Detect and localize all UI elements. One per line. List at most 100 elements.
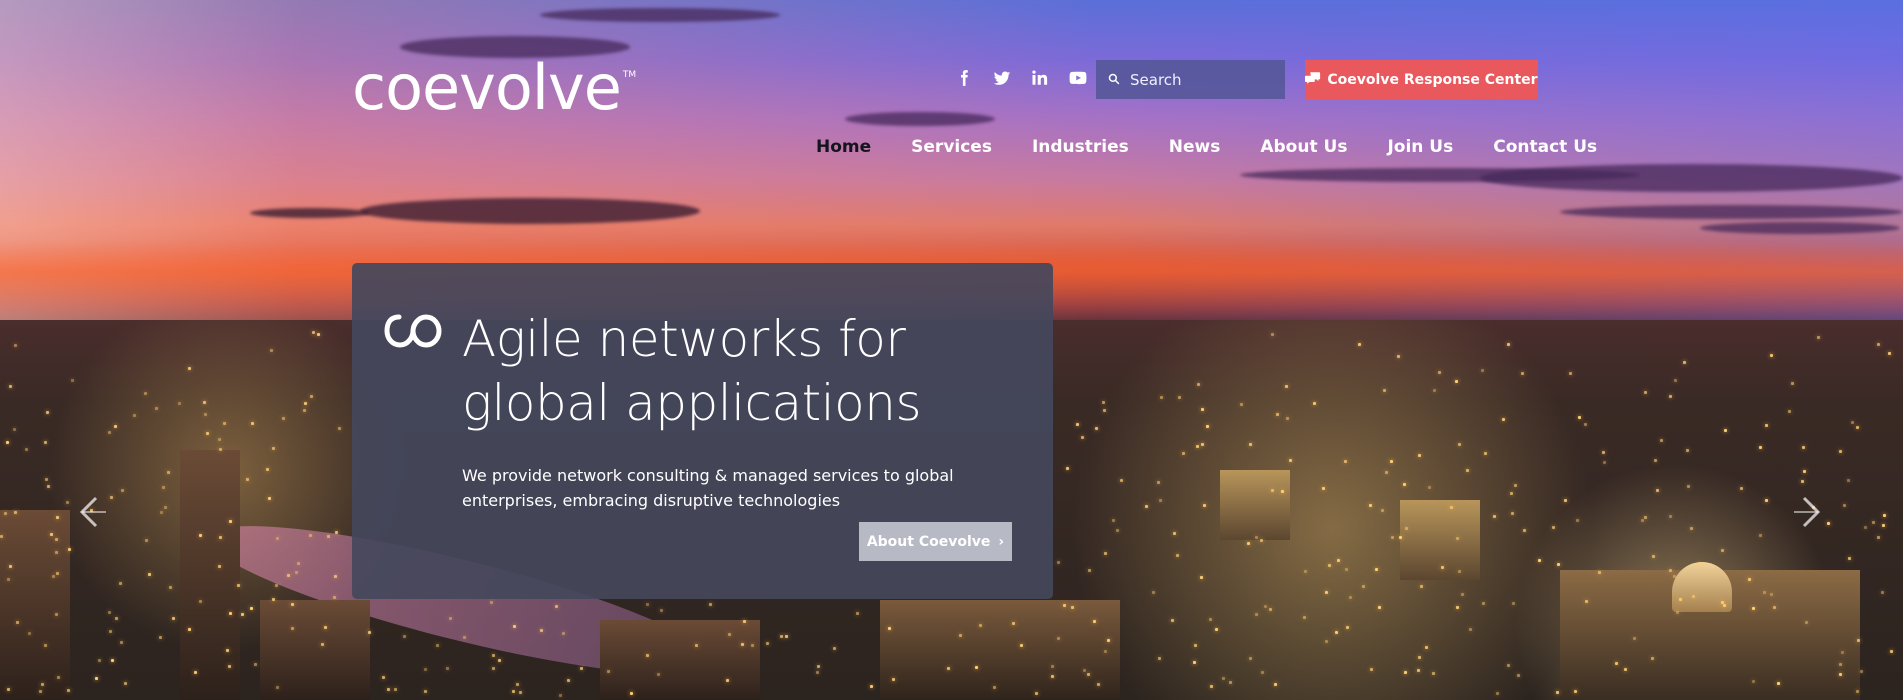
city-light	[1076, 423, 1079, 426]
city-light	[335, 531, 338, 534]
city-light	[1748, 578, 1751, 581]
city-light	[1247, 542, 1250, 545]
nav-item-news[interactable]: News	[1149, 137, 1241, 157]
city-light	[1325, 640, 1328, 643]
city-light	[1455, 380, 1458, 383]
nav-item-about-us[interactable]: About Us	[1240, 137, 1367, 157]
response-center-button[interactable]: Coevolve Response Center	[1305, 60, 1538, 99]
city-light	[498, 659, 501, 662]
city-light	[567, 679, 570, 682]
city-light	[1020, 644, 1023, 647]
search-input[interactable]	[1130, 70, 1270, 89]
city-light	[1206, 425, 1209, 428]
city-light	[490, 601, 493, 604]
city-light	[237, 584, 240, 587]
facebook-icon[interactable]	[953, 67, 975, 89]
city-light	[1603, 461, 1606, 464]
city-light	[321, 643, 324, 646]
city-light	[1552, 526, 1555, 529]
city-light	[1210, 685, 1213, 688]
city-light	[1112, 519, 1115, 522]
search-bar[interactable]	[1096, 60, 1285, 99]
youtube-icon[interactable]	[1067, 67, 1089, 89]
city-light	[1303, 616, 1306, 619]
city-light	[512, 690, 515, 693]
city-light	[1375, 568, 1378, 571]
city-light	[1325, 591, 1328, 594]
city-light	[246, 478, 249, 481]
city-light	[559, 694, 562, 697]
city-light	[1260, 539, 1263, 542]
city-light	[607, 670, 610, 673]
linkedin-icon[interactable]	[1029, 67, 1051, 89]
city-light	[959, 634, 962, 637]
city-light	[121, 489, 124, 492]
city-light	[1425, 646, 1428, 649]
city-light	[436, 644, 439, 647]
city-light	[162, 486, 165, 489]
city-light	[14, 511, 17, 514]
city-light	[1864, 526, 1867, 529]
nav-item-industries[interactable]: Industries	[1012, 137, 1149, 157]
city-light	[1441, 566, 1444, 569]
city-light	[1724, 429, 1727, 432]
slider-next-arrow[interactable]	[1790, 492, 1830, 532]
city-light	[45, 478, 48, 481]
nav-item-contact-us[interactable]: Contact Us	[1473, 137, 1617, 157]
slider-prev-arrow[interactable]	[70, 492, 110, 532]
city-light	[50, 533, 53, 536]
city-light	[334, 575, 337, 578]
city-light	[1249, 657, 1252, 660]
city-light	[492, 654, 495, 657]
city-light	[1624, 668, 1627, 671]
city-light	[1344, 460, 1347, 463]
city-light	[1088, 569, 1091, 572]
city-light	[295, 571, 298, 574]
city-light	[57, 676, 60, 679]
city-light	[1669, 569, 1672, 572]
city-light	[1178, 396, 1181, 399]
city-light	[1511, 512, 1514, 515]
twitter-icon[interactable]	[991, 67, 1013, 89]
city-light	[287, 574, 290, 577]
city-light	[1564, 499, 1567, 502]
coevolve-logo[interactable]: coevolve TM	[352, 57, 637, 119]
city-light	[1107, 639, 1110, 642]
city-light	[1456, 606, 1459, 609]
city-light	[1801, 480, 1804, 483]
city-light	[424, 690, 427, 693]
city-light	[133, 414, 136, 417]
city-light	[1378, 606, 1381, 609]
city-light	[111, 659, 114, 662]
city-light	[1209, 618, 1212, 621]
infinity-icon	[384, 313, 442, 349]
about-coevolve-button[interactable]: About Coevolve ›	[859, 522, 1012, 561]
city-light	[728, 633, 731, 636]
cloud	[250, 208, 370, 218]
city-light	[1083, 669, 1086, 672]
cloud	[1480, 164, 1903, 192]
city-light	[172, 617, 175, 620]
city-light	[333, 596, 336, 599]
city-light	[1538, 559, 1541, 562]
nav-item-services[interactable]: Services	[891, 137, 1012, 157]
city-light	[1240, 403, 1243, 406]
city-light	[188, 367, 191, 370]
city-light	[709, 603, 712, 606]
city-light	[1255, 536, 1258, 539]
trademark-mark: TM	[622, 70, 637, 80]
city-light	[741, 643, 744, 646]
city-light	[1723, 604, 1726, 607]
city-light	[44, 441, 47, 444]
city-light	[1182, 452, 1185, 455]
city-light	[1514, 484, 1517, 487]
city-light	[1385, 471, 1388, 474]
city-light	[266, 468, 269, 471]
nav-item-home[interactable]: Home	[796, 137, 891, 157]
nav-item-join-us[interactable]: Join Us	[1367, 137, 1473, 157]
city-light	[309, 534, 312, 537]
city-light	[6, 441, 9, 444]
city-light	[1493, 515, 1496, 518]
city-light	[241, 613, 244, 616]
city-light	[785, 635, 788, 638]
